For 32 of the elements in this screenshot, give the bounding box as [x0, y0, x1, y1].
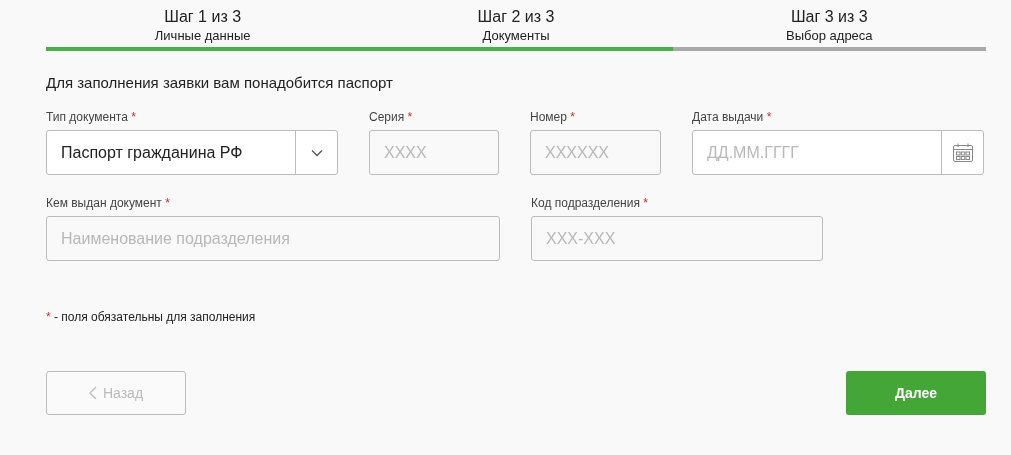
field-label: Кем выдан документ [46, 196, 162, 210]
step-title: Шаг 1 из 3 [164, 7, 242, 27]
input-field[interactable]: XXXXXX [530, 130, 661, 175]
form-heading: Для заполнения заявки вам понадобится паспорт [46, 74, 394, 93]
required-asterisk: * [643, 196, 648, 210]
step-subtitle: Документы [482, 28, 550, 44]
required-asterisk: * [407, 110, 413, 124]
input-field[interactable]: XXX-XXX [531, 216, 823, 261]
required-asterisk: * [131, 110, 136, 124]
required-asterisk: * [570, 110, 575, 124]
field-label: Тип документа [46, 110, 128, 124]
next-button[interactable]: Далее [846, 371, 986, 415]
step-title: Шаг 3 из 3 [790, 7, 868, 27]
calendar-icon [951, 142, 974, 163]
date-picker[interactable]: ДД.ММ.ГГГГ [692, 130, 984, 175]
chevron-left-icon [88, 386, 97, 400]
chevron-down-icon [310, 148, 323, 157]
required-asterisk: * [46, 310, 51, 324]
required-asterisk: * [766, 110, 772, 124]
input-field[interactable]: Наименование подразделения [46, 216, 500, 261]
field-label: Серия [369, 110, 405, 124]
field-label: Дата выдачи [692, 110, 764, 124]
field-label: Номер [530, 110, 567, 124]
required-asterisk: * [165, 196, 170, 210]
date-input-field[interactable]: ДД.ММ.ГГГГ [693, 131, 941, 174]
field-label: Код подразделения [531, 196, 640, 210]
step-subtitle: Личные данные [154, 28, 251, 44]
input-field[interactable]: XXXX [369, 130, 499, 175]
document-type-dropdown[interactable]: Паспорт гражданина РФ [46, 130, 338, 175]
step-subtitle: Выбор адреса [786, 28, 873, 44]
step-title: Шаг 2 из 3 [477, 7, 555, 27]
required-note: - поля обязательны для заполнения [54, 310, 256, 324]
